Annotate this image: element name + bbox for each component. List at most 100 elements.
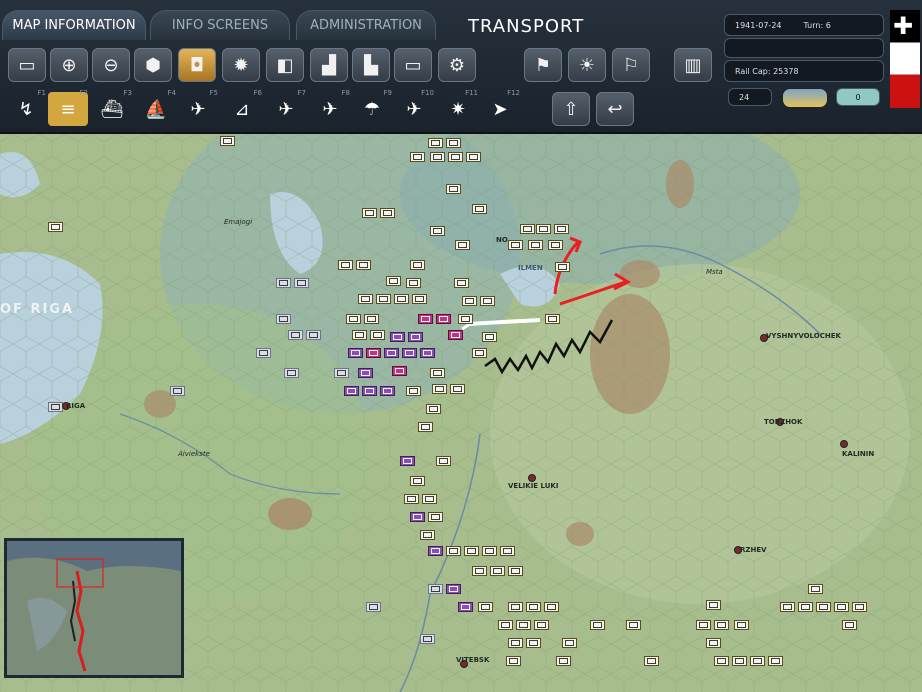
unit-counter[interactable]: [714, 656, 729, 666]
unit-counter[interactable]: [428, 584, 443, 594]
unit-counter[interactable]: [362, 208, 377, 218]
unit-counter[interactable]: [400, 456, 415, 466]
unit-counter[interactable]: [472, 204, 487, 214]
unit-counter[interactable]: [536, 224, 551, 234]
unit-counter[interactable]: [490, 566, 505, 576]
unit-counter[interactable]: [406, 386, 421, 396]
rectangle-icon[interactable]: ▭: [394, 48, 432, 82]
unit-counter[interactable]: [478, 602, 493, 612]
unit-counter[interactable]: [418, 422, 433, 432]
unit-counter[interactable]: [548, 240, 563, 250]
unit-counter[interactable]: [276, 278, 291, 288]
unit-counter[interactable]: [454, 278, 469, 288]
unit-counter[interactable]: [48, 222, 63, 232]
unit-counter[interactable]: [508, 566, 523, 576]
unit-counter[interactable]: [516, 620, 531, 630]
unit-counter[interactable]: [358, 368, 373, 378]
unit-counter[interactable]: [284, 368, 299, 378]
unit-counter[interactable]: [842, 620, 857, 630]
gear-icon[interactable]: ✹: [222, 48, 260, 82]
upload-icon[interactable]: ⇧: [552, 92, 590, 126]
unit-counter[interactable]: [768, 656, 783, 666]
minimap[interactable]: [4, 538, 184, 678]
undo-icon[interactable]: ↩: [596, 92, 634, 126]
unit-counter[interactable]: [276, 314, 291, 324]
unit-counter[interactable]: [48, 402, 63, 412]
unit-counter[interactable]: [402, 348, 417, 358]
unit-counter[interactable]: [450, 384, 465, 394]
unit-counter[interactable]: [346, 314, 361, 324]
unit-counter[interactable]: [352, 330, 367, 340]
factory-icon[interactable]: ▙: [352, 48, 390, 82]
unit-counter[interactable]: [508, 638, 523, 648]
unit-counter[interactable]: [344, 386, 359, 396]
graph-icon[interactable]: ▟: [310, 48, 348, 82]
unit-counter[interactable]: [386, 276, 401, 286]
naval-icon[interactable]: ⛴ F3: [92, 89, 132, 126]
unit-counter[interactable]: [448, 152, 463, 162]
unit-counter[interactable]: [446, 546, 461, 556]
unit-counter[interactable]: [498, 620, 513, 630]
unit-counter[interactable]: [554, 224, 569, 234]
unit-counter[interactable]: [706, 600, 721, 610]
unit-counter[interactable]: [446, 138, 461, 148]
air-recon-icon[interactable]: ✈ F5: [178, 89, 218, 126]
unit-counter[interactable]: [428, 512, 443, 522]
unit-counter[interactable]: [334, 368, 349, 378]
unit-counter[interactable]: [436, 456, 451, 466]
airfield-icon[interactable]: ⊿ F6: [222, 89, 262, 126]
unit-counter[interactable]: [852, 602, 867, 612]
unit-counter[interactable]: [410, 476, 425, 486]
unit-counter[interactable]: [526, 638, 541, 648]
unit-icon[interactable]: ◘: [178, 48, 216, 82]
unit-counter[interactable]: [466, 152, 481, 162]
unit-counter[interactable]: [714, 620, 729, 630]
unit-counter[interactable]: [256, 348, 271, 358]
unit-counter[interactable]: [590, 620, 605, 630]
next-icon[interactable]: ➤ F12: [480, 89, 520, 126]
unit-counter[interactable]: [420, 634, 435, 644]
shapes-icon[interactable]: ◧: [266, 48, 304, 82]
unit-counter[interactable]: [428, 138, 443, 148]
unit-counter[interactable]: [644, 656, 659, 666]
unit-counter[interactable]: [380, 386, 395, 396]
unit-counter[interactable]: [406, 278, 421, 288]
unit-counter[interactable]: [464, 546, 479, 556]
weather-indicator[interactable]: [782, 88, 828, 108]
unit-counter[interactable]: [428, 546, 443, 556]
unit-counter[interactable]: [734, 620, 749, 630]
unit-counter[interactable]: [526, 602, 541, 612]
unit-counter[interactable]: [348, 348, 363, 358]
unit-counter[interactable]: [446, 184, 461, 194]
unit-counter[interactable]: [410, 512, 425, 522]
tab-administration[interactable]: ADMINISTRATION: [296, 10, 436, 40]
unit-counter[interactable]: [430, 226, 445, 236]
unit-counter[interactable]: [448, 330, 463, 340]
unit-counter[interactable]: [418, 314, 433, 324]
unit-counter[interactable]: [170, 386, 185, 396]
unit-counter[interactable]: [458, 602, 473, 612]
unit-counter[interactable]: [500, 546, 515, 556]
unit-counter[interactable]: [408, 332, 423, 342]
unit-counter[interactable]: [556, 656, 571, 666]
air-strike-icon[interactable]: ✈ F7: [266, 89, 306, 126]
unit-counter[interactable]: [432, 384, 447, 394]
move-icon[interactable]: ↯ F1: [6, 89, 46, 126]
unit-counter[interactable]: [436, 314, 451, 324]
hex-icon[interactable]: ⬢: [134, 48, 172, 82]
overlay-icon[interactable]: ▭: [8, 48, 46, 82]
bomb-icon[interactable]: ✈ F8: [310, 89, 350, 126]
unit-counter[interactable]: [706, 638, 721, 648]
rail-icon[interactable]: ≡ F2: [48, 89, 88, 126]
unit-counter[interactable]: [534, 620, 549, 630]
unit-counter[interactable]: [458, 314, 473, 324]
unit-counter[interactable]: [426, 404, 441, 414]
unit-counter[interactable]: [366, 602, 381, 612]
unit-counter[interactable]: [508, 240, 523, 250]
tab-map-information[interactable]: MAP INFORMATION: [2, 10, 146, 40]
bars-icon[interactable]: ▥: [674, 48, 712, 82]
weather-icon[interactable]: ☀: [568, 48, 606, 82]
unit-counter[interactable]: [732, 656, 747, 666]
unit-counter[interactable]: [380, 208, 395, 218]
unit-counter[interactable]: [412, 294, 427, 304]
